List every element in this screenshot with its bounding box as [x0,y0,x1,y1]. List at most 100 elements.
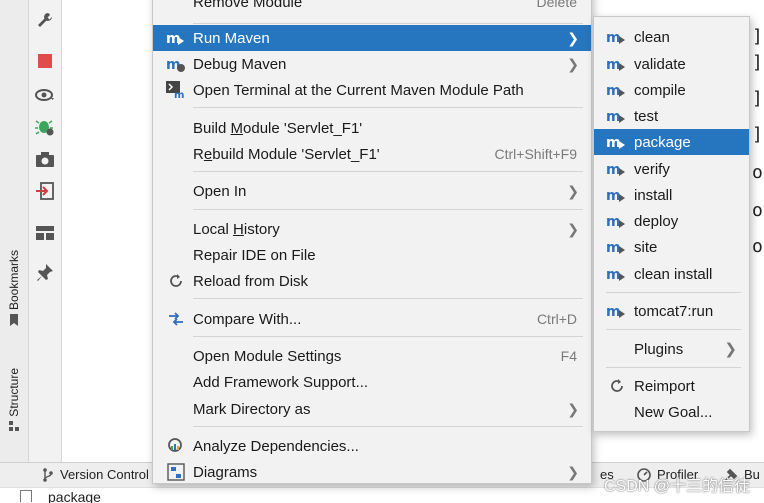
structure-icon [8,420,20,435]
menu-item-open-in[interactable]: Open In ❯ [153,178,591,204]
maven-goal-label: site [634,238,658,256]
svg-text:m: m [606,267,621,283]
stop-icon[interactable] [34,50,56,72]
maven-goal-verify[interactable]: m verify [594,156,749,182]
maven-goal-validate[interactable]: m validate [594,51,749,77]
menu-item-reload-from-disk[interactable]: Reload from Disk [153,268,591,294]
menu-item-label: Open Module Settings [193,347,342,365]
project-context-menu: Remove Module Delete m Run Maven ❯ m Deb… [152,0,592,484]
maven-goal-icon: m [606,27,628,47]
maven-goal-test[interactable]: m test [594,103,749,129]
login-icon[interactable] [34,180,56,202]
maven-goal-tomcat7-run[interactable]: m tomcat7:run [594,298,749,324]
maven-goal-label: compile [634,81,686,99]
menu-item-rebuild-module[interactable]: Rebuild Module 'Servlet_F1' Ctrl+Shift+F… [153,141,591,167]
maven-goal-install[interactable]: m install [594,182,749,208]
menu-item-build-module[interactable]: Build Module 'Servlet_F1' [153,115,591,141]
menu-separator [606,292,741,293]
submenu-arrow-icon: ❯ [724,341,737,358]
menu-item-label: Open In [193,182,247,200]
diagram-icon [166,462,186,482]
menu-item-remove-module[interactable]: Remove Module Delete [153,0,591,15]
bug-settings-icon[interactable] [34,116,56,138]
menu-item-local-history[interactable]: Local History ❯ [153,216,591,242]
maven-goal-label: clean [634,28,670,46]
menu-item-debug-maven[interactable]: m Debug Maven ❯ [153,51,591,77]
menu-separator [193,107,583,108]
layout-icon[interactable] [34,222,56,244]
menu-separator [193,23,583,24]
package-row-label: package [48,489,101,503]
maven-goal-label: test [634,107,659,125]
menu-item-diagrams[interactable]: Diagrams ❯ [153,459,591,485]
maven-goal-icon: m [606,80,628,100]
menu-item-repair-ide[interactable]: Repair IDE on File [153,242,591,268]
maven-goal-label: Reimport [634,377,695,395]
menu-item-label: Repair IDE on File [193,246,316,264]
svg-text:m: m [606,135,621,151]
code-fragment: ] [752,88,763,109]
maven-goal-clean-install[interactable]: m clean install [594,261,749,287]
submenu-arrow-icon: ❯ [567,400,579,417]
menu-item-analyze-dependencies[interactable]: Analyze Dependencies... [153,433,591,459]
maven-goal-compile[interactable]: m compile [594,77,749,103]
menu-item-open-module-settings[interactable]: Open Module Settings F4 [153,343,591,369]
maven-goal-icon: m [606,264,628,284]
menu-separator [193,426,583,427]
menu-separator [193,298,583,299]
menu-item-compare-with[interactable]: Compare With... Ctrl+D [153,306,591,332]
menu-separator [193,209,583,210]
menu-item-label: Mark Directory as [193,400,311,418]
code-fragment: ] [752,52,763,73]
maven-reimport-item[interactable]: Reimport [594,373,749,399]
menu-item-shortcut: Delete [536,0,577,10]
maven-goal-label: package [634,133,691,151]
branch-icon [43,467,53,482]
maven-plugins-item[interactable]: Plugins ❯ [594,336,749,362]
menu-item-shortcut: Ctrl+Shift+F9 [494,146,577,162]
menu-item-run-maven[interactable]: m Run Maven ❯ [153,25,591,51]
terminal-icon: m [166,80,186,100]
maven-debug-icon: m [166,54,186,74]
code-fragment: o [752,200,763,221]
analyze-icon [166,436,186,456]
maven-new-goal-item[interactable]: New Goal... [594,399,749,425]
menu-item-label: Build Module 'Servlet_F1' [193,119,363,137]
submenu-arrow-icon: ❯ [567,220,579,237]
code-fragment: o [752,236,763,257]
version-control-tab[interactable]: Version Control [42,467,149,482]
bookmarks-tab-label: Bookmarks [7,250,21,311]
menu-item-open-terminal[interactable]: m Open Terminal at the Current Maven Mod… [153,77,591,103]
maven-goal-package[interactable]: m package [594,129,749,155]
menu-item-mark-directory-as[interactable]: Mark Directory as ❯ [153,396,591,422]
menu-item-add-framework-support[interactable]: Add Framework Support... [153,369,591,395]
eye-icon[interactable] [34,84,56,106]
structure-tab-label: Structure [7,368,21,417]
submenu-arrow-icon: ❯ [567,29,579,46]
structure-tab[interactable]: Structure [2,368,26,435]
maven-goal-icon: m [606,106,628,126]
maven-run-icon: m [166,28,186,48]
reload-icon [166,271,186,291]
menu-item-label: Remove Module [193,0,303,11]
maven-goal-label: install [634,186,673,204]
bookmarks-tab[interactable]: Bookmarks [2,250,26,329]
menu-item-shortcut: F4 [560,348,577,364]
menu-item-label: Run Maven [193,29,270,47]
maven-goal-label: deploy [634,212,679,230]
maven-goal-deploy[interactable]: m deploy [594,208,749,234]
bookmark-icon [9,314,19,329]
svg-text:m: m [606,304,621,320]
menu-item-label: Add Framework Support... [193,373,369,391]
maven-goal-label: tomcat7:run [634,302,714,320]
reload-icon [606,376,628,396]
submenu-arrow-icon: ❯ [567,463,579,480]
maven-goal-clean[interactable]: m clean [594,24,749,50]
left-tool-window-strip: Bookmarks Structure [0,0,29,462]
compare-icon [166,309,186,329]
pin-icon[interactable] [34,262,56,284]
maven-goal-site[interactable]: m site [594,234,749,260]
wrench-icon[interactable] [34,9,56,31]
camera-icon[interactable] [34,148,56,170]
maven-goal-label: Plugins [634,340,684,358]
